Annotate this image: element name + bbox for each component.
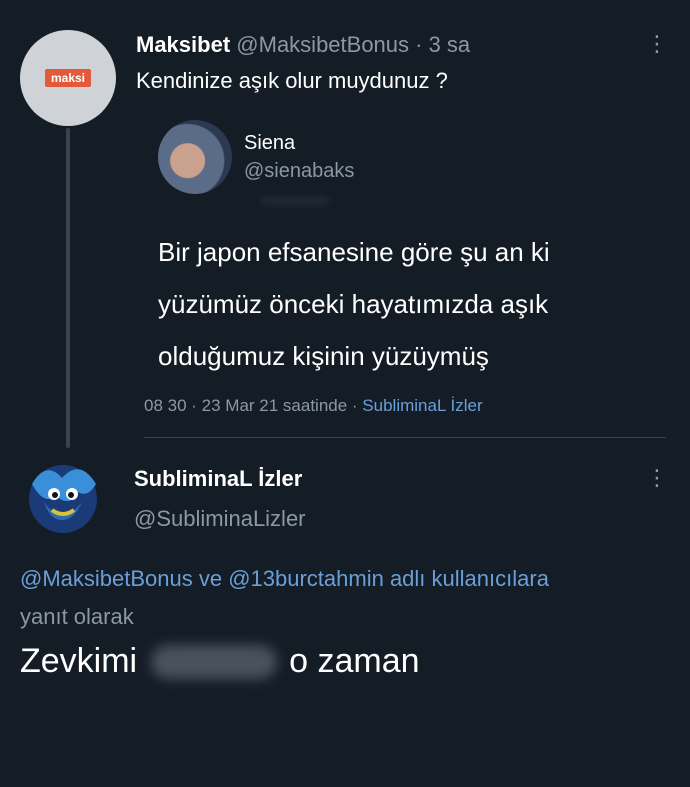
tweet-author[interactable]: Maksibet @MaksibetBonus · 3 sa — [136, 32, 470, 58]
author-handle[interactable]: @MaksibetBonus — [236, 32, 409, 57]
avatar-maksibet[interactable]: maksi — [20, 30, 116, 126]
more-vertical-icon[interactable]: ⋮ — [646, 33, 668, 55]
reply-text-before: Zevkimi — [20, 642, 138, 680]
censored-word — [151, 644, 278, 679]
avatar-subliminal[interactable] — [22, 462, 104, 536]
tweet-text: Kendinize aşık olur muydunuz ? — [136, 68, 448, 93]
quoted-meta: 08 30 · 23 Mar 21 saatinde · SubliminaL … — [144, 396, 483, 416]
display-name[interactable]: Maksibet — [136, 32, 230, 57]
divider — [144, 437, 666, 438]
quoted-text: Bir japon efsanesine göre şu an ki yüzüm… — [158, 237, 550, 371]
reply-display-name[interactable]: SubliminaL İzler — [134, 466, 302, 492]
maksibet-logo: maksi — [44, 69, 92, 87]
reply-text: Zevkimi o zaman — [20, 642, 420, 681]
more-vertical-icon[interactable]: ⋮ — [646, 467, 668, 489]
quoted-meta-time: 08 30 · 23 Mar 21 saatinde · — [144, 396, 363, 415]
blurred-detail — [260, 196, 330, 206]
reply-text-after: o zaman — [289, 642, 420, 680]
quoted-display-name: Siena — [244, 132, 296, 154]
avatar-siena — [158, 120, 232, 194]
thread-line — [66, 128, 70, 448]
reply-handle[interactable]: @SubliminaLizler — [134, 506, 306, 532]
reply-suffix: yanıt olarak — [20, 604, 134, 629]
quoted-handle: @sienabaks — [244, 160, 355, 182]
quoted-meta-source: SubliminaL İzler — [362, 396, 483, 415]
logo-text: maksi — [50, 71, 86, 85]
reply-to-users[interactable]: @MaksibetBonus ve @13burctahmin adlı kul… — [20, 566, 549, 592]
tweet-time[interactable]: · 3 sa — [409, 32, 470, 57]
